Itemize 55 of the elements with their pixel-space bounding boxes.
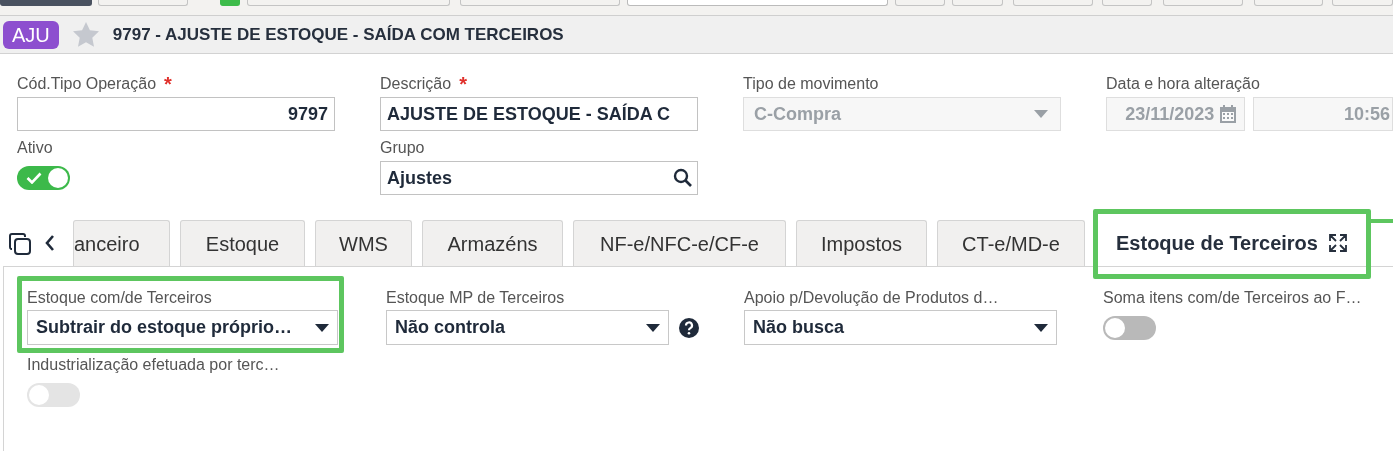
toolbar-button[interactable] [1332,0,1393,6]
field-label: Soma itens com/de Terceiros ao F… [1103,288,1363,308]
star-icon[interactable] [72,22,99,47]
field-label: Descrição [380,74,452,94]
toolbar-button[interactable] [0,0,92,6]
field-label: Grupo [380,138,425,158]
caret-icon [646,323,660,332]
toolbar-button[interactable] [1102,0,1152,6]
calendar-icon [1218,104,1239,124]
toolbar-button[interactable] [1013,0,1093,6]
field-label: Estoque com/de Terceiros [27,288,213,308]
select-field[interactable]: Subtrair do estoque próprio… [27,310,338,345]
expand-icon[interactable] [1327,233,1348,253]
toolbar-button[interactable] [952,0,1003,6]
tab[interactable]: NF-e/NFC-e/CF-e [573,220,786,266]
field-label: Data e hora alteração [1106,74,1260,94]
tab[interactable]: anceiro [73,220,170,266]
group-field[interactable]: Ajustes [380,161,698,195]
description-field[interactable]: AJUSTE DE ESTOQUE - SAÍDA C [380,97,698,131]
chevron-left-icon[interactable] [44,234,56,252]
field-label: Cód.Tipo Operação [17,74,157,94]
toggle-switch[interactable] [1103,315,1156,340]
field-label: Apoio p/Devolução de Produtos d… [744,288,1000,308]
field-label: Ativo [17,138,53,158]
caret-icon [1034,323,1048,332]
tab[interactable]: Armazéns [422,220,563,266]
tab[interactable]: CT-e/MD-e [937,220,1085,266]
required-mark: * [164,74,172,94]
toolbar-button[interactable] [460,0,620,6]
check-icon [26,172,42,184]
required-mark: * [459,74,467,94]
toolbar-button[interactable] [247,0,450,6]
tab[interactable]: Estoque [180,220,305,266]
search-icon [673,168,693,188]
field-label: Tipo de movimento [743,74,879,94]
toggle-switch[interactable] [17,166,70,190]
toolbar-button[interactable] [220,0,240,6]
tab[interactable]: Impostos [796,220,927,266]
caret-icon [1034,110,1048,118]
field-label: Industrialização efetuada por terc… [27,355,281,375]
toolbar-button[interactable] [98,0,188,6]
toolbar-button[interactable] [895,0,945,6]
field-label: Estoque MP de Terceiros [386,288,566,308]
type-badge: AJU [3,20,59,49]
select-field[interactable]: Não controla [386,310,669,345]
toolbar-button[interactable] [1254,0,1323,6]
toolbar-button[interactable] [1163,0,1243,6]
tab[interactable]: WMS [315,220,412,266]
copy-icon[interactable] [8,232,32,256]
help-icon[interactable] [679,317,699,338]
page-title: 9797 - AJUSTE DE ESTOQUE - SAÍDA COM TERCEIROS [112,23,564,46]
toolbar-field[interactable] [627,0,888,6]
code-field[interactable]: 9797 [17,97,335,131]
caret-icon [315,323,329,332]
select-field[interactable]: Não busca [744,310,1057,345]
